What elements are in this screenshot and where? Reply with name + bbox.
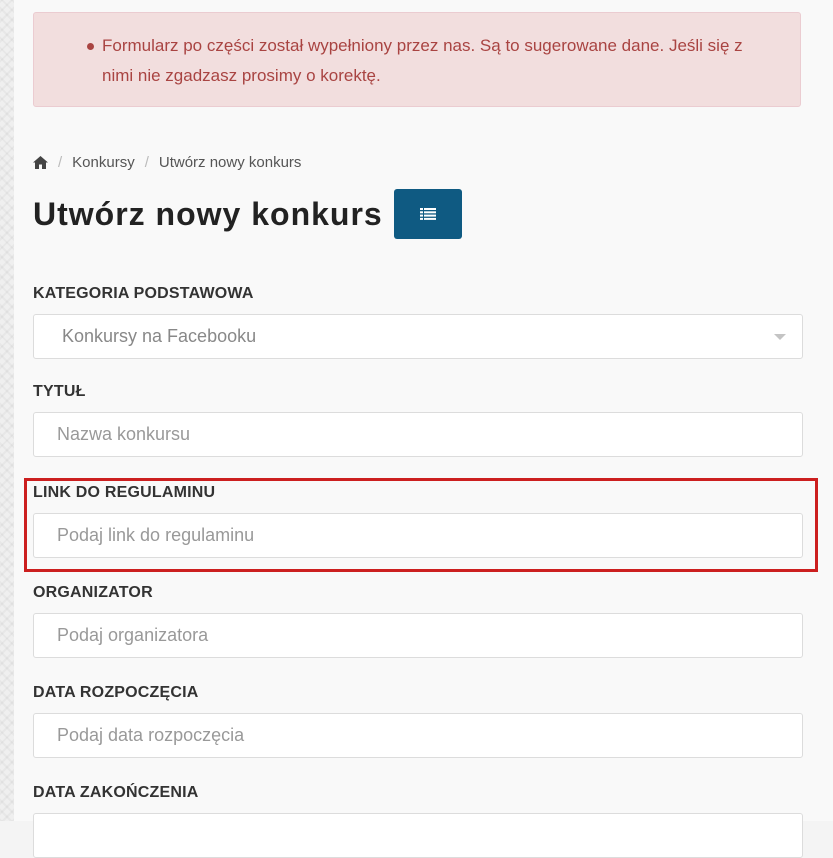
list-icon bbox=[419, 208, 436, 220]
category-label: KATEGORIA PODSTAWOWA bbox=[33, 285, 254, 302]
alert-list: Formularz po części został wypełniony pr… bbox=[34, 13, 800, 91]
title-label: TYTUŁ bbox=[33, 383, 86, 400]
start-date-label: DATA ROZPOCZĘCIA bbox=[33, 684, 199, 701]
organizer-input[interactable] bbox=[33, 613, 803, 658]
breadcrumb: / Konkursy / Utwórz nowy konkurs bbox=[33, 152, 301, 172]
rules-link-label: LINK DO REGULAMINU bbox=[33, 484, 216, 501]
page-header: Utwórz nowy konkurs bbox=[33, 188, 462, 240]
category-selected-value: Konkursy na Facebooku bbox=[62, 326, 257, 346]
alert-warning: Formularz po części został wypełniony pr… bbox=[33, 12, 801, 107]
background-pattern bbox=[0, 0, 14, 821]
alert-message: Formularz po części został wypełniony pr… bbox=[87, 31, 776, 91]
page-title: Utwórz nowy konkurs bbox=[33, 195, 383, 232]
end-date-input[interactable] bbox=[33, 813, 803, 858]
breadcrumb-separator: / bbox=[58, 153, 63, 171]
start-date-input[interactable] bbox=[33, 713, 803, 758]
organizer-label: ORGANIZATOR bbox=[33, 584, 153, 601]
end-date-label: DATA ZAKOŃCZENIA bbox=[33, 784, 199, 801]
breadcrumb-item-current: Utwórz nowy konkurs bbox=[158, 153, 302, 171]
chevron-down-icon bbox=[774, 334, 786, 340]
breadcrumb-separator: / bbox=[144, 153, 149, 171]
main-content: Formularz po części został wypełniony pr… bbox=[14, 0, 833, 858]
breadcrumb-item-konkursy[interactable]: Konkursy bbox=[72, 154, 135, 171]
home-icon[interactable] bbox=[33, 155, 48, 169]
rules-link-input[interactable] bbox=[33, 513, 803, 558]
title-input[interactable] bbox=[33, 412, 803, 457]
category-select[interactable]: Konkursy na Facebooku bbox=[33, 314, 803, 359]
list-button[interactable] bbox=[393, 189, 462, 239]
